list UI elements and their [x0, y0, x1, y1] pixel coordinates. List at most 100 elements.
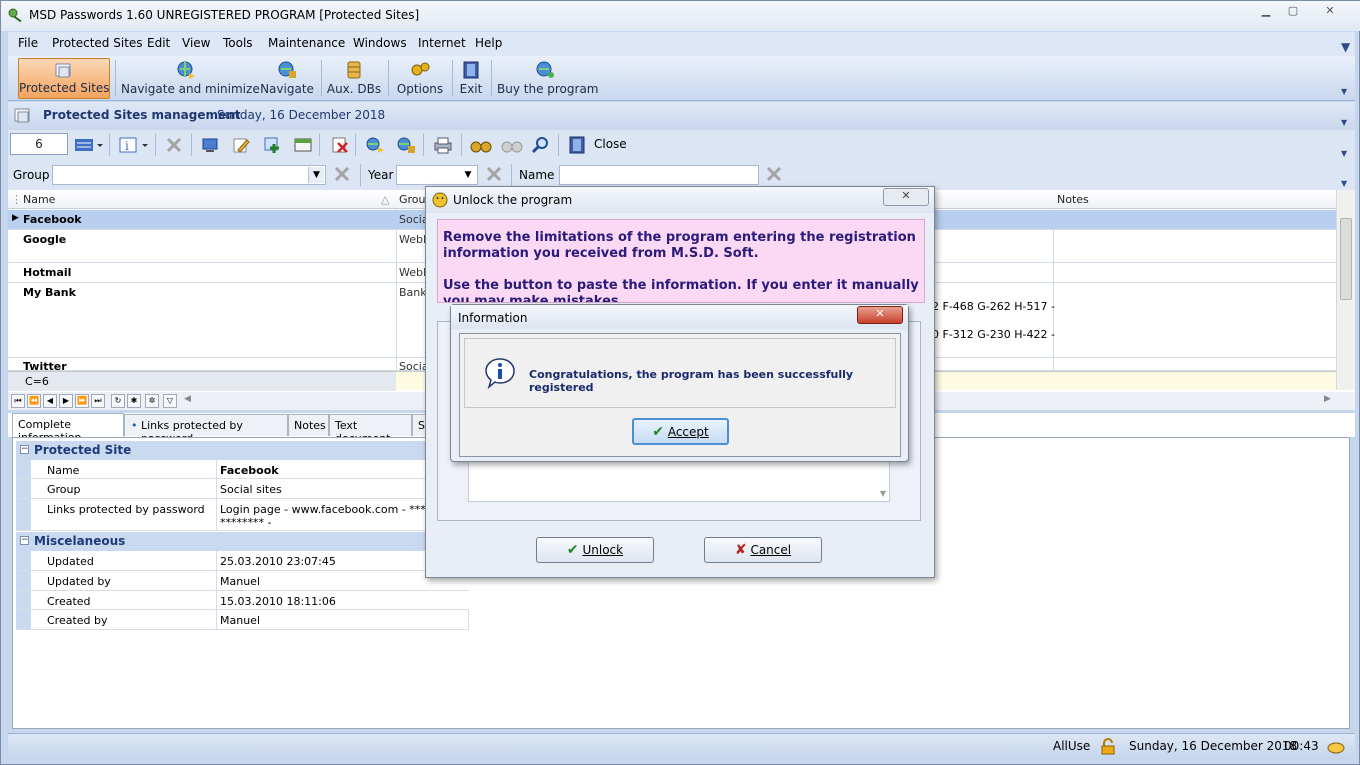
column-name[interactable]: Name — [23, 193, 55, 206]
property-row[interactable]: Links protected by password Login page - … — [16, 499, 469, 531]
delete-disabled-icon[interactable] — [165, 136, 183, 154]
aux-dbs-button[interactable]: Aux. DBs — [326, 58, 382, 99]
delete-record-icon[interactable] — [331, 136, 349, 154]
first-record-icon[interactable]: ⏮ — [11, 394, 25, 408]
toolbar-chevron-icon[interactable]: ▼ — [1341, 87, 1349, 97]
binoculars-icon[interactable] — [469, 136, 493, 154]
protected-sites-button[interactable]: Protected Sites — [18, 58, 110, 99]
add-copy-icon[interactable] — [263, 136, 281, 154]
minimize-button[interactable]: ▁ — [1253, 3, 1279, 21]
unlock-message-1: Remove the limitations of the program en… — [443, 230, 916, 261]
globe-lock-icon[interactable] — [395, 136, 417, 154]
header-chevron-icon[interactable]: ▼ — [1341, 118, 1349, 128]
cancel-button[interactable]: ✘ Cancel — [704, 537, 822, 563]
sort-ascending-icon[interactable]: △ — [381, 193, 389, 206]
menu-help[interactable]: Help — [475, 36, 502, 50]
next-record-icon[interactable]: ▶ — [59, 394, 73, 408]
scroll-right-icon[interactable]: ▶ — [1324, 394, 1331, 404]
actions-chevron-icon[interactable]: ▼ — [1341, 149, 1349, 159]
category-miscelaneous[interactable]: − Miscelaneous — [16, 532, 469, 551]
property-row[interactable]: Name Facebook — [16, 460, 469, 479]
information-icon — [485, 358, 515, 390]
scrollbar-thumb[interactable] — [1340, 218, 1352, 300]
binoculars-disabled-icon[interactable] — [500, 136, 524, 154]
edit-pencil-icon[interactable] — [232, 136, 250, 154]
unlock-button[interactable]: ✔ Unlock — [536, 537, 654, 563]
last-record-icon[interactable]: ⏭ — [91, 394, 105, 408]
delete-disabled-icon[interactable]: ✲ — [145, 394, 159, 408]
filter-icon[interactable]: ▽ — [163, 394, 177, 408]
property-row[interactable]: Created 15.03.2010 18:11:06 — [16, 591, 469, 610]
unlock-close-button[interactable]: ✕ — [883, 188, 929, 206]
info-icon[interactable]: i — [118, 136, 150, 154]
insert-record-icon[interactable]: ✱ — [127, 394, 141, 408]
filter-chevron-icon[interactable]: ▼ — [1341, 179, 1349, 189]
tab-text-document[interactable]: Text document — [329, 414, 412, 445]
menu-chevron-icon[interactable]: ▼ — [1341, 40, 1350, 54]
menu-view[interactable]: View — [182, 36, 210, 50]
chevron-down-icon[interactable]: ▼ — [308, 167, 324, 183]
view-mode-icon[interactable] — [74, 136, 104, 154]
menu-windows[interactable]: Windows — [353, 36, 407, 50]
name-filter-label: Name — [519, 168, 555, 182]
menu-protected-sites[interactable]: Protected Sites — [52, 36, 143, 50]
scroll-left-icon[interactable]: ◀ — [184, 394, 191, 404]
tab-notes[interactable]: Notes — [288, 414, 329, 436]
chevron-down-icon[interactable]: ▼ — [460, 167, 476, 183]
status-time: 00:43 — [1284, 739, 1319, 753]
tab-complete-information[interactable]: Complete information — [12, 413, 124, 444]
record-count-label: C=6 — [8, 372, 396, 391]
prev-page-icon[interactable]: ⏪ — [27, 394, 41, 408]
property-row[interactable]: Created by Manuel — [16, 610, 469, 630]
search-magnifier-icon[interactable] — [532, 136, 550, 154]
buy-program-button[interactable]: Buy the program — [497, 58, 598, 99]
section-header: Protected Sites management Sunday, 16 De… — [8, 102, 1355, 130]
navigate-button[interactable]: Navigate — [258, 58, 316, 99]
header-options-icon[interactable]: ⋮ — [11, 193, 22, 206]
info-close-button[interactable]: ✕ — [857, 306, 903, 324]
menu-internet[interactable]: Internet — [418, 36, 466, 50]
printer-icon[interactable] — [432, 136, 454, 154]
maximize-button[interactable]: ▢ — [1280, 3, 1306, 21]
close-label[interactable]: Close — [594, 137, 627, 151]
column-notes[interactable]: Notes — [1057, 193, 1089, 206]
column-group[interactable]: Grou — [399, 193, 426, 206]
scroll-down-icon[interactable]: ▼ — [880, 489, 886, 498]
collapse-icon[interactable]: − — [20, 536, 29, 545]
refresh-icon[interactable]: ↻ — [111, 394, 125, 408]
clear-name-icon[interactable] — [765, 165, 783, 183]
monitor-icon[interactable] — [201, 136, 219, 154]
column-divider — [216, 571, 217, 590]
add-record-icon[interactable] — [294, 136, 312, 154]
padlock-open-icon[interactable] — [1100, 738, 1116, 755]
record-count-field[interactable]: 6 — [10, 133, 68, 155]
menu-edit[interactable]: Edit — [147, 36, 170, 50]
menu-tools[interactable]: Tools — [223, 36, 253, 50]
menu-maintenance[interactable]: Maintenance — [268, 36, 345, 50]
exit-button[interactable]: Exit — [457, 58, 485, 99]
globe-star-icon — [536, 61, 554, 78]
prev-record-icon[interactable]: ◀ — [43, 394, 57, 408]
navigate-minimize-button[interactable]: Navigate and minimize — [121, 58, 260, 99]
grid-scrollbar[interactable] — [1336, 190, 1355, 390]
clear-group-icon[interactable] — [333, 165, 351, 183]
menu-file[interactable]: File — [18, 36, 38, 50]
accept-button[interactable]: ✔ Accept — [632, 418, 729, 445]
category-protected-site[interactable]: − Protected Site — [16, 441, 469, 460]
year-filter-combo[interactable]: ▼ — [396, 165, 478, 185]
name-filter-input[interactable] — [559, 165, 759, 185]
header-date: Sunday, 16 December 2018 — [217, 108, 386, 122]
globe-arrow-icon[interactable] — [364, 136, 386, 154]
tray-cloud-icon[interactable] — [1326, 739, 1346, 755]
property-row[interactable]: Updated 25.03.2010 23:07:45 — [16, 551, 469, 571]
tab-links-protected[interactable]: •Links protected by password — [124, 414, 288, 445]
clear-year-icon[interactable] — [485, 165, 503, 183]
property-row[interactable]: Group Social sites — [16, 479, 469, 499]
next-page-icon[interactable]: ⏩ — [75, 394, 89, 408]
close-window-button[interactable]: ✕ — [1313, 3, 1347, 21]
options-button[interactable]: Options — [394, 58, 446, 99]
group-filter-combo[interactable]: ▼ — [52, 165, 326, 185]
close-door-icon[interactable] — [566, 136, 588, 154]
property-row[interactable]: Updated by Manuel — [16, 571, 469, 591]
collapse-icon[interactable]: − — [20, 445, 29, 454]
